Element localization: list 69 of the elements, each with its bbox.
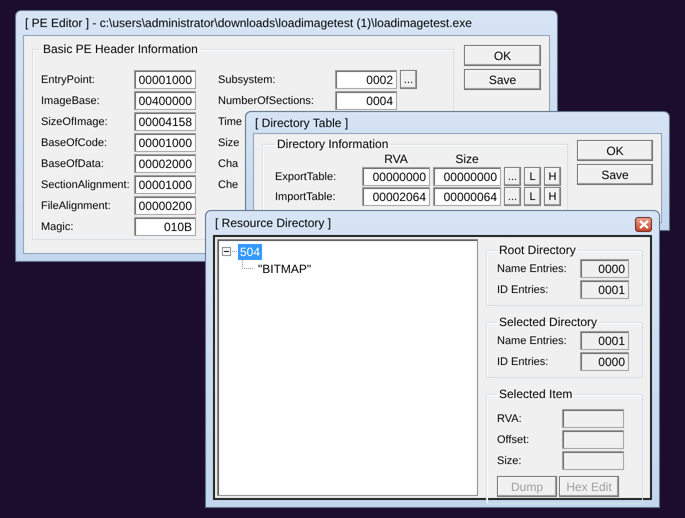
window-title: [ PE Editor ] - c:\users\administrator\downloads\loadimagetest (1)\loadimagetest.exe [24,16,472,30]
field-label: Name Entries: [497,262,568,274]
readonly-field: 0001 [580,331,629,350]
input-field[interactable]: 00002064 [362,187,430,206]
group-title: Directory Information [276,137,390,151]
field-label: Cha [218,158,238,170]
column-header: Size [454,152,480,166]
field-label: Offset: [497,434,530,446]
group-title: Root Directory [498,243,577,257]
field-label: Subsystem: [218,74,276,86]
readonly-field: 0001 [580,280,629,299]
field-label: EntryPoint: [41,74,96,86]
input-field[interactable]: 00400000 [134,91,196,110]
input-field[interactable]: 00001000 [134,133,196,152]
input-field[interactable]: 00001000 [134,175,196,194]
browse-button[interactable]: ... [400,70,417,89]
window-title: [ Resource Directory ] [214,216,332,230]
field-label: ID Entries: [497,284,550,296]
small-button[interactable]: L [524,187,541,206]
dialog-button[interactable]: Save [577,164,653,185]
input-field[interactable]: 00000000 [433,167,501,186]
input-field[interactable]: 0004 [335,91,397,110]
input-field[interactable]: 00000200 [134,196,196,215]
group-title: Basic PE Header Information [42,42,199,56]
tree-item[interactable]: "BITMAP" [256,260,314,276]
field-label: SectionAlignment: [41,178,131,190]
dialog-button[interactable]: OK [464,45,541,66]
input-field[interactable]: 00000064 [433,187,501,206]
field-label: ImageBase: [41,94,101,106]
small-button[interactable]: H [544,187,561,206]
readonly-field [562,451,624,470]
field-label: Che [218,178,238,190]
input-field[interactable]: 00004158 [134,112,196,131]
field-label: RVA: [497,412,523,424]
field-label: ExportTable: [275,170,338,182]
field-label: BaseOfCode: [41,136,108,148]
field-label: ImportTable: [275,190,337,202]
dialog-button[interactable]: Save [464,69,541,90]
field-label: Time [218,116,242,128]
readonly-field: 0000 [580,259,629,278]
dialog-button[interactable]: OK [577,140,653,161]
field-label: FileAlignment: [41,200,112,212]
small-button[interactable]: L [524,167,541,186]
input-field[interactable]: 00000000 [362,167,430,186]
small-button[interactable]: ... [504,167,521,186]
small-button[interactable]: H [544,167,561,186]
field-label: BaseOfData: [41,158,105,170]
field-label: Size: [497,454,522,466]
field-label: Magic: [41,220,74,232]
field-label: ID Entries: [497,356,550,368]
group-title: Selected Directory [498,315,598,329]
field-label: Name Entries: [497,334,568,346]
collapse-icon[interactable] [222,247,231,256]
column-header: RVA [383,152,409,166]
input-field[interactable]: 00001000 [134,70,196,89]
readonly-field: 0000 [580,352,629,371]
input-field[interactable]: 010B [134,217,196,236]
window-title: [ Directory Table ] [254,116,348,130]
close-icon [638,220,648,228]
readonly-field [562,409,624,428]
group-title: Selected Item [498,387,574,401]
input-field[interactable]: 0002 [335,70,397,89]
field-label: SizeOfImage: [41,116,109,128]
close-button[interactable] [635,216,652,232]
input-field[interactable]: 00002000 [134,154,196,173]
field-label: NumberOfSections: [218,94,315,106]
readonly-field [562,430,624,449]
small-button[interactable]: ... [504,187,521,206]
field-label: Size [218,136,240,148]
